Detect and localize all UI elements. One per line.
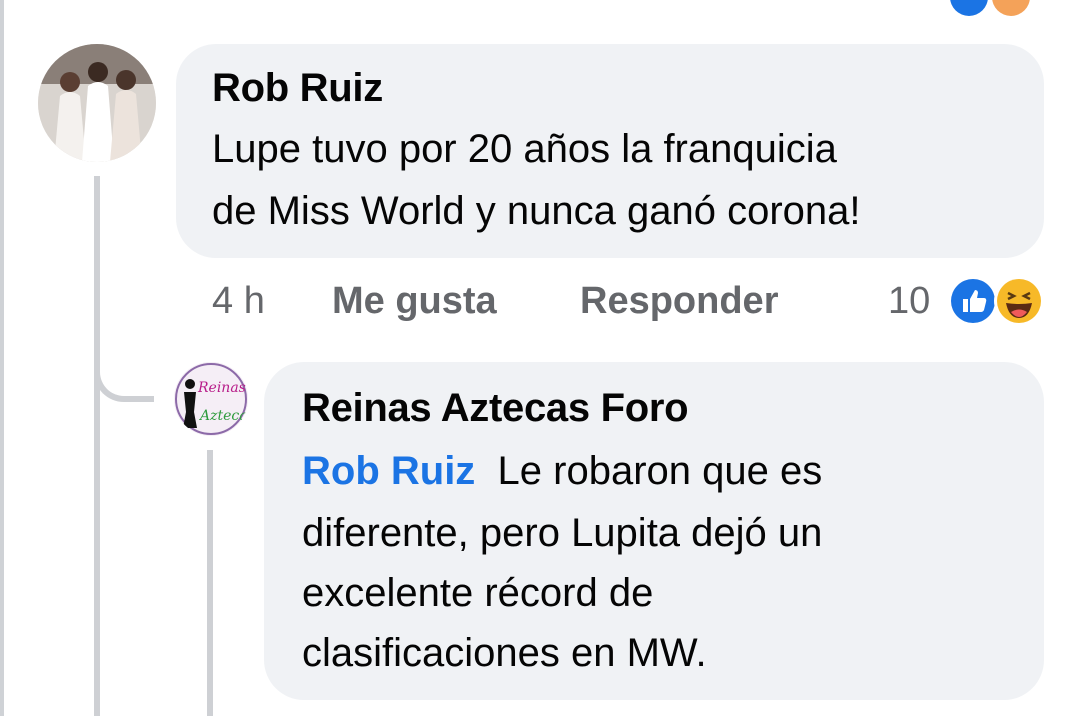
like-icon: [950, 0, 988, 16]
comment-author[interactable]: Rob Ruiz: [212, 66, 383, 111]
thread-branch: [94, 330, 154, 402]
like-icon: [948, 276, 998, 326]
reply-text-line3: excelente récord de: [302, 571, 654, 615]
comment-bubble: Rob Ruiz Lupe tuvo por 20 años la franqu…: [176, 44, 1044, 258]
reply-author[interactable]: Reinas Aztecas Foro: [302, 386, 689, 431]
reply-button[interactable]: Responder: [580, 280, 778, 323]
haha-icon: [992, 0, 1030, 16]
comment-text-line1: Lupe tuvo por 20 años la franquicia: [212, 127, 837, 171]
avatar-rob-ruiz[interactable]: [38, 44, 156, 162]
reply-thread-line: [207, 450, 213, 716]
reply-bubble: Reinas Aztecas Foro Rob Ruiz Le robaron …: [264, 362, 1044, 700]
reply-mention[interactable]: Rob Ruiz: [302, 449, 475, 493]
thread-line: [94, 176, 100, 716]
avatar-photo: [38, 44, 156, 162]
avatar-reinas-aztecas[interactable]: Reinas Azteca: [174, 362, 248, 436]
reaction-count[interactable]: 10: [888, 280, 930, 323]
like-button[interactable]: Me gusta: [332, 280, 497, 323]
comment-time[interactable]: 4 h: [212, 280, 265, 323]
haha-icon: [994, 276, 1044, 326]
reply-line1: Rob Ruiz Le robaron que es: [302, 440, 822, 502]
avatar-logo-text: Reinas: [197, 380, 246, 396]
reply-text-line1: Le robaron que es: [497, 449, 823, 493]
svg-text:Azteca: Azteca: [198, 408, 248, 424]
top-reactions: [950, 0, 1030, 16]
screen-edge: [0, 0, 4, 716]
reply-text-line4: clasificaciones en MW.: [302, 631, 707, 675]
reply-text-line2: diferente, pero Lupita dejó un: [302, 511, 823, 555]
comment-text-line2: de Miss World y nunca ganó corona!: [212, 189, 861, 233]
